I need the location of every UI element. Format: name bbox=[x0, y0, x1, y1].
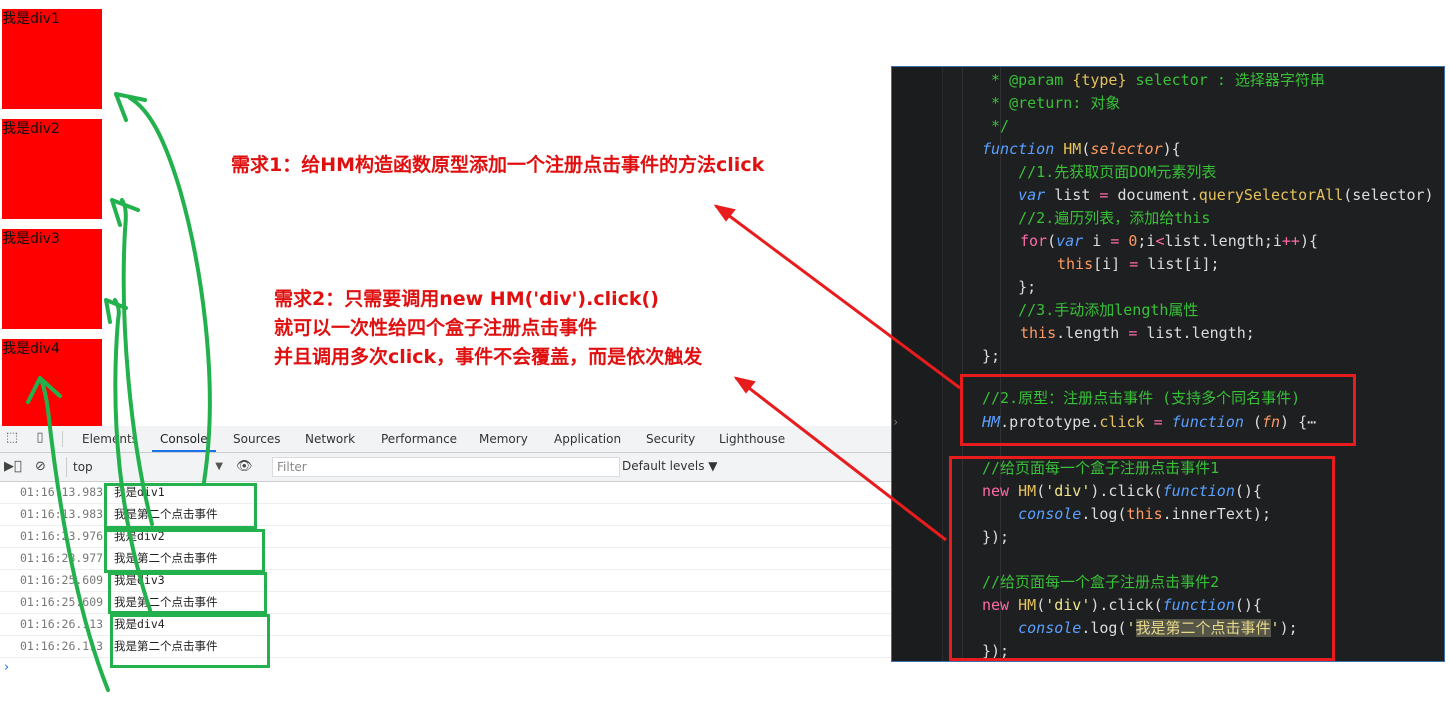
log-timestamp: 01:16:23.976 bbox=[20, 529, 104, 543]
log-timestamp: 01:16:25.609 bbox=[20, 595, 104, 609]
requirement-1: 需求1：给HM构造函数原型添加一个注册点击事件的方法click bbox=[231, 154, 765, 176]
sidebar-toggle-icon[interactable]: ▶⃞ bbox=[4, 459, 22, 475]
code-line: * @param {type} selector : 选择器字符串 bbox=[982, 71, 1325, 89]
red-arrow-head bbox=[733, 376, 756, 394]
code-line: for(var i = 0;i<list.length;i++){ bbox=[1020, 232, 1319, 250]
requirement-2-line1: 需求2：只需要调用new HM('div').click() bbox=[274, 288, 659, 310]
prototype-highlight-box bbox=[960, 374, 1356, 446]
green-arrow bbox=[128, 96, 212, 484]
tab-network[interactable]: Network bbox=[297, 426, 363, 452]
editor-gutter: › bbox=[892, 67, 943, 661]
context-label: top bbox=[73, 460, 93, 474]
tab-security[interactable]: Security bbox=[638, 426, 703, 452]
green-arrow-head bbox=[110, 198, 140, 227]
code-line: //2.遍历列表，添加给this bbox=[982, 209, 1211, 227]
requirement-2-line2: 就可以一次性给四个盒子注册点击事件 bbox=[274, 317, 598, 339]
tab-sources[interactable]: Sources bbox=[225, 426, 288, 452]
tab-performance[interactable]: Performance bbox=[373, 426, 465, 452]
tab-lighthouse[interactable]: Lighthouse bbox=[711, 426, 793, 452]
code-line: var list = document.querySelectorAll(sel… bbox=[982, 186, 1434, 204]
red-box-div3[interactable]: 我是div3 bbox=[2, 229, 102, 329]
box-label: 我是div4 bbox=[2, 341, 60, 357]
code-line: * @return: 对象 bbox=[982, 94, 1121, 112]
red-box-div2[interactable]: 我是div2 bbox=[2, 119, 102, 219]
chevron-down-icon: ▼ bbox=[215, 461, 223, 472]
log-group-highlight bbox=[104, 529, 265, 573]
log-timestamp: 01:16:25.609 bbox=[20, 573, 104, 587]
green-arrow-head bbox=[104, 298, 128, 324]
context-selector[interactable]: top ▼ bbox=[66, 457, 223, 477]
red-box-div4[interactable]: 我是div4 bbox=[2, 339, 102, 426]
inspect-element-icon[interactable]: ⬚ bbox=[4, 430, 20, 446]
log-timestamp: 01:16:26.113 bbox=[20, 639, 104, 653]
log-timestamp: 01:16:13.983 bbox=[20, 507, 104, 521]
log-timestamp: 01:16:26.113 bbox=[20, 617, 104, 631]
log-timestamp: 01:16:23.977 bbox=[20, 551, 104, 565]
log-group-highlight bbox=[110, 614, 270, 668]
log-timestamp: 01:16:13.983 bbox=[20, 485, 104, 499]
code-line: this.length = list.length; bbox=[1020, 324, 1255, 342]
log-levels-label: Default levels bbox=[622, 459, 705, 473]
box-label: 我是div1 bbox=[2, 11, 60, 27]
device-toolbar-icon[interactable]: ▯ bbox=[32, 430, 48, 446]
requirement-2-line3: 并且调用多次click，事件不会覆盖，而是依次触发 bbox=[274, 346, 703, 368]
code-line: function HM(selector){ bbox=[982, 140, 1181, 158]
box-label: 我是div2 bbox=[2, 121, 60, 137]
log-levels-dropdown[interactable]: Default levels ▼ bbox=[622, 459, 718, 473]
tab-memory[interactable]: Memory bbox=[471, 426, 536, 452]
green-arrow-head bbox=[114, 92, 147, 122]
tab-elements[interactable]: Elements bbox=[74, 426, 146, 452]
divider bbox=[62, 431, 63, 447]
box-label: 我是div3 bbox=[2, 231, 60, 247]
console-prompt-icon[interactable]: › bbox=[4, 660, 9, 675]
filter-input[interactable] bbox=[272, 457, 620, 477]
red-box-div1[interactable]: 我是div1 bbox=[2, 9, 102, 109]
code-line: this[i] = list[i]; bbox=[1057, 255, 1220, 273]
usage-highlight-box bbox=[949, 456, 1335, 661]
code-line: //1.先获取页面DOM元素列表 bbox=[982, 163, 1217, 181]
tab-console[interactable]: Console bbox=[152, 426, 216, 452]
clear-console-icon[interactable]: ⊘ bbox=[35, 459, 46, 475]
code-line: }; bbox=[982, 278, 1037, 296]
log-group-highlight bbox=[108, 572, 267, 614]
collapse-chevron-icon[interactable]: › bbox=[892, 415, 899, 429]
devtools-tabbar: ⬚ ▯ Elements Console Sources Network Per… bbox=[0, 426, 892, 453]
code-line: //3.手动添加length属性 bbox=[982, 301, 1199, 319]
console-toolbar: ▶⃞ ⊘ top ▼ 👁 Default levels ▼ bbox=[0, 453, 892, 482]
red-arrow-head bbox=[713, 204, 736, 222]
log-group-highlight bbox=[104, 483, 257, 529]
tab-application[interactable]: Application bbox=[546, 426, 629, 452]
eye-icon[interactable]: 👁 bbox=[236, 459, 253, 475]
code-line: }; bbox=[982, 347, 1001, 365]
code-line: */ bbox=[982, 117, 1010, 135]
